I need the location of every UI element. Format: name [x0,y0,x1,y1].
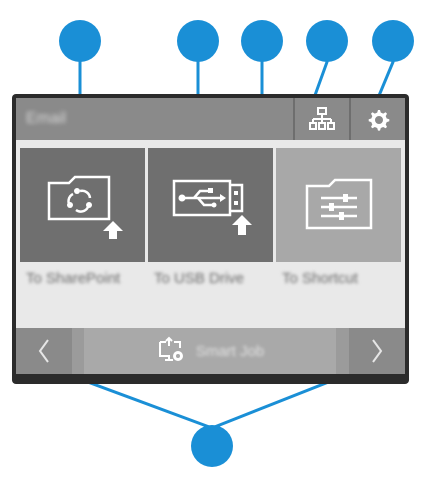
callout-marker-settings [372,20,414,62]
tile-to-usb-drive[interactable] [148,148,273,262]
callout-marker-network [306,20,348,62]
tile-label-usb: To USB Drive [154,270,245,287]
next-page-button[interactable] [349,328,405,374]
chevron-left-icon [38,339,49,363]
callout-marker-usb [177,20,219,62]
app-title: Email [26,110,67,127]
settings-button[interactable] [349,98,405,140]
top-bar: Email [16,98,405,140]
tile-to-sharepoint[interactable] [20,148,145,262]
device-screen: Email To SharePoint To USB Drive To Shor… [12,94,409,384]
callout-marker-shortcut [241,20,283,62]
chevron-right-icon [372,339,383,363]
tile-area: To SharePoint To USB Drive To Shortcut [16,140,405,328]
gear-icon [368,110,390,131]
network-button[interactable] [293,98,349,140]
usb-drive-icon [172,179,252,235]
callout-marker-sharepoint [59,20,101,62]
smart-job-label: Smart Job [195,342,265,360]
callout-marker-navigation [191,425,233,467]
tile-label-sharepoint: To SharePoint [26,270,121,287]
scan-settings-icon [158,336,183,361]
network-icon [309,107,335,130]
shortcut-folder-icon [305,178,372,230]
tile-to-shortcut[interactable] [276,148,401,262]
previous-page-button[interactable] [16,328,72,374]
figure-stage: Email To SharePoint To USB Drive To Shor… [0,0,423,478]
bottom-bar: Smart Job [16,328,405,374]
leader-network [312,60,329,100]
sharepoint-folder-icon [47,175,123,239]
smart-job-button[interactable]: Smart Job [84,328,336,374]
tile-label-shortcut: To Shortcut [282,270,358,287]
leader-settings [376,60,395,100]
